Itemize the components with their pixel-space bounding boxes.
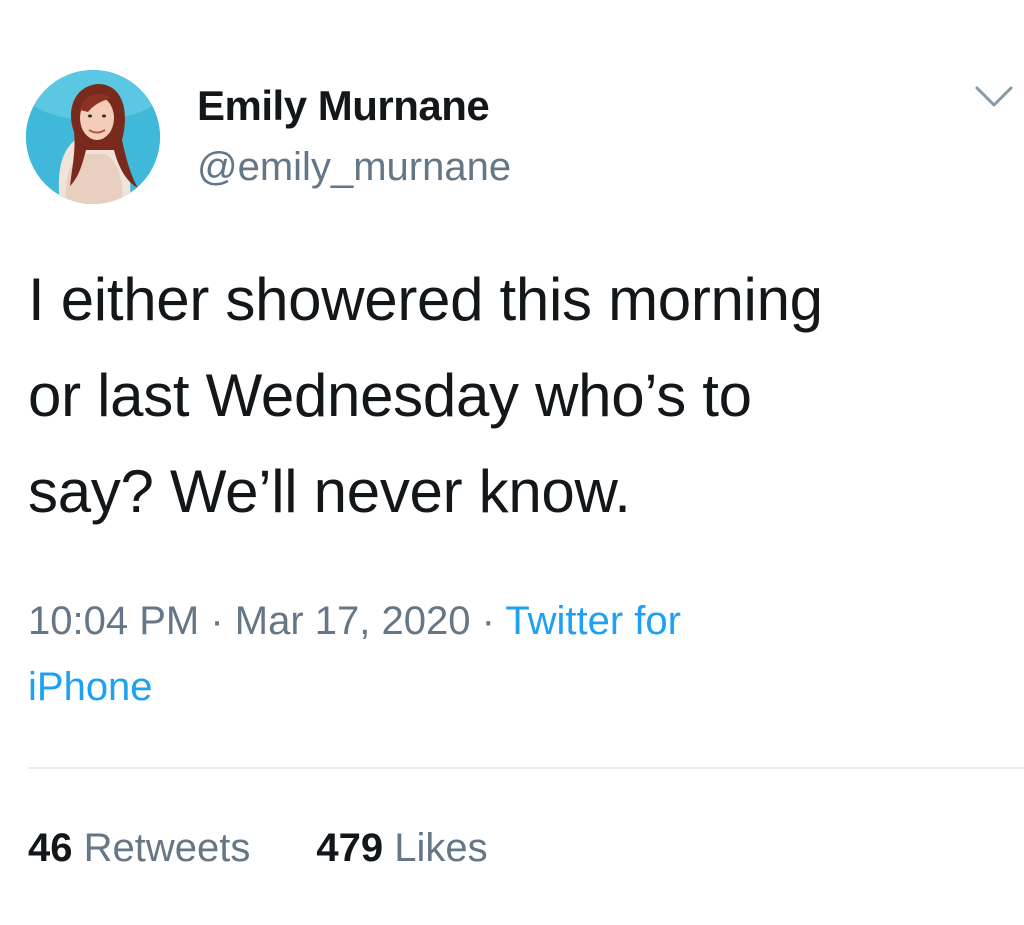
retweets-label: Retweets <box>83 826 251 870</box>
tweet-time[interactable]: 10:04 PM <box>28 599 199 643</box>
avatar-image <box>26 70 160 204</box>
chevron-down-icon[interactable] <box>972 76 1016 120</box>
meta-line: 10:04 PM · Mar 17, 2020 · Twitter for <box>28 588 928 654</box>
avatar[interactable] <box>26 70 160 204</box>
tweet-date[interactable]: Mar 17, 2020 <box>235 599 471 643</box>
meta-separator: · <box>481 599 495 643</box>
tweet-header: Emily Murnane @emily_murnane <box>26 70 1016 206</box>
tweet-meta: 10:04 PM · Mar 17, 2020 · Twitter for iP… <box>28 588 928 720</box>
retweets-stat[interactable]: 46 Retweets <box>28 826 250 870</box>
tweet-text-line: or last Wednesday who’s to <box>28 362 752 429</box>
tweet-source-link[interactable]: Twitter for <box>505 599 681 643</box>
likes-label: Likes <box>394 826 488 870</box>
tweet-text-line: say? We’ll never know. <box>28 458 631 525</box>
meta-line: iPhone <box>28 654 928 720</box>
display-name[interactable]: Emily Murnane <box>197 82 490 130</box>
likes-count: 479 <box>316 826 384 870</box>
tweet-stats: 46 Retweets 479 Likes <box>28 826 488 871</box>
divider <box>28 767 1024 769</box>
likes-stat[interactable]: 479 Likes <box>316 826 487 870</box>
tweet-text-line: I either showered this morning <box>28 266 823 333</box>
tweet-source-link[interactable]: iPhone <box>28 665 153 709</box>
user-handle[interactable]: @emily_murnane <box>197 145 511 190</box>
tweet-card: Emily Murnane @emily_murnane I either sh… <box>0 0 1024 925</box>
tweet-text: I either showered this morning or last W… <box>28 252 1003 540</box>
meta-separator: · <box>210 599 224 643</box>
retweets-count: 46 <box>28 826 73 870</box>
